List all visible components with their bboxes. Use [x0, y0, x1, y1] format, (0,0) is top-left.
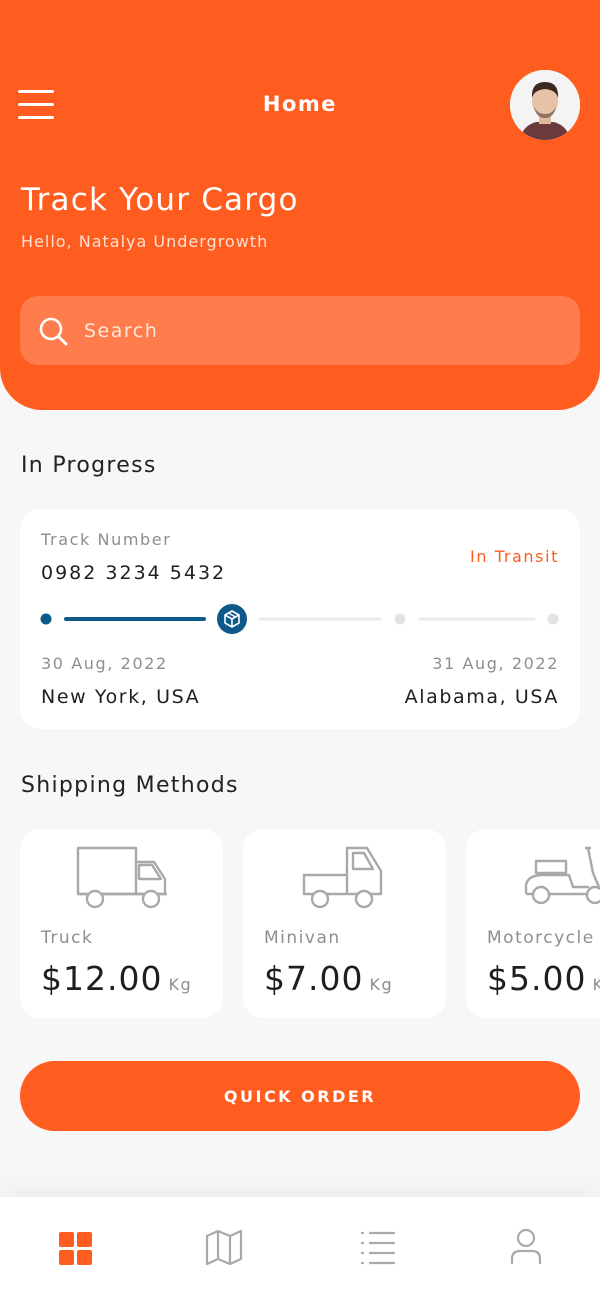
tracking-card[interactable]: Track Number 0982 3234 5432 In Transit 3…	[20, 509, 580, 729]
shipping-method-truck[interactable]: Truck $12.00 Kg	[20, 829, 223, 1018]
avatar[interactable]	[510, 70, 580, 140]
list-icon	[360, 1231, 396, 1265]
method-name: Truck	[41, 928, 94, 948]
track-number: 0982 3234 5432	[41, 562, 227, 584]
quick-order-button[interactable]: QUICK ORDER	[20, 1061, 580, 1131]
map-icon	[205, 1229, 243, 1266]
nav-map[interactable]	[204, 1227, 244, 1267]
origin-location: New York, USA	[41, 686, 201, 708]
status-badge: In Transit	[470, 547, 559, 566]
hero-title: Track Your Cargo	[21, 182, 299, 218]
shipping-method-motorcycle[interactable]: Motorcycle $5.00Kg	[466, 829, 600, 1018]
method-price: $5.00Kg	[487, 959, 600, 998]
nav-home[interactable]	[56, 1227, 96, 1267]
truck-icon	[76, 846, 167, 909]
greeting-text: Hello, Natalya Undergrowth	[21, 232, 269, 251]
profile-icon	[510, 1228, 542, 1264]
grid-icon	[59, 1232, 92, 1265]
motorcycle-icon	[524, 846, 600, 905]
destination-date: 31 Aug, 2022	[432, 654, 559, 673]
method-name: Minivan	[264, 928, 341, 948]
destination-location: Alabama, USA	[404, 686, 559, 708]
method-price: $7.00 Kg	[264, 959, 394, 998]
method-price: $12.00 Kg	[41, 959, 193, 998]
bottom-nav	[0, 1197, 600, 1299]
track-number-label: Track Number	[41, 530, 172, 549]
search-input[interactable]	[84, 296, 554, 365]
search-icon	[39, 317, 68, 346]
origin-date: 30 Aug, 2022	[41, 654, 168, 673]
user-avatar	[510, 70, 580, 140]
in-progress-title: In Progress	[21, 453, 157, 478]
search-bar[interactable]	[20, 296, 580, 365]
shipping-methods-title: Shipping Methods	[21, 773, 239, 798]
nav-list[interactable]	[358, 1227, 398, 1267]
shipping-method-minivan[interactable]: Minivan $7.00 Kg	[243, 829, 446, 1018]
nav-profile[interactable]	[506, 1227, 546, 1267]
minivan-icon	[302, 846, 383, 909]
method-name: Motorcycle	[487, 928, 595, 948]
progress-track	[40, 604, 559, 634]
